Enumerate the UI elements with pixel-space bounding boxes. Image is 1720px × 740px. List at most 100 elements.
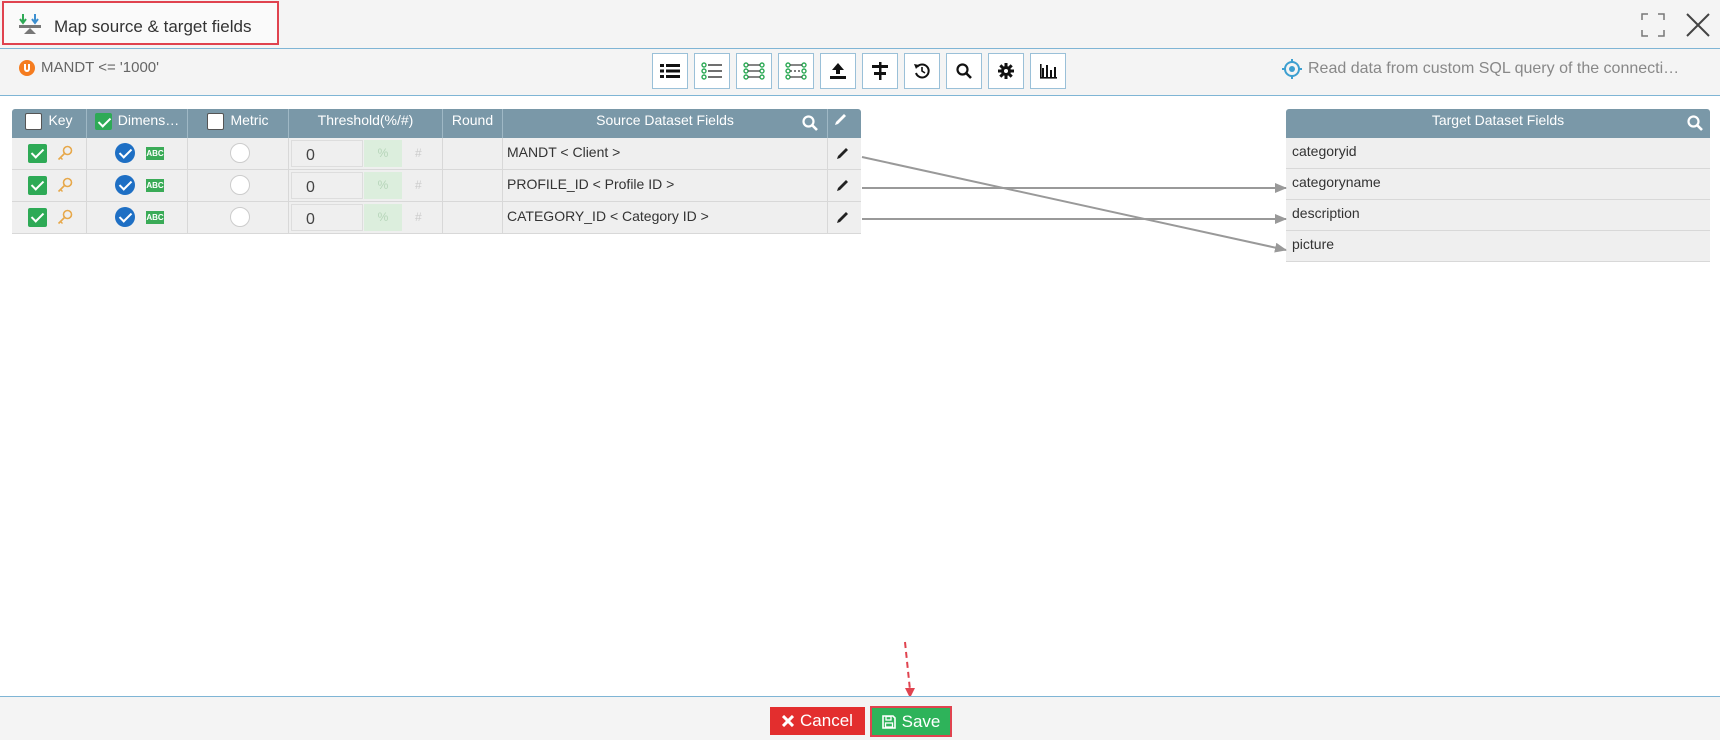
- list-check-icon: [701, 62, 722, 80]
- title-bar: Map source & target fields: [0, 0, 1720, 49]
- threshold-cell: 0 % #: [289, 170, 443, 201]
- search-button[interactable]: [946, 53, 982, 89]
- dimension-cell: ABC: [87, 170, 188, 201]
- key-checkbox[interactable]: [28, 176, 47, 195]
- target-table-header: Target Dataset Fields: [1286, 109, 1710, 138]
- link-some-icon: [785, 62, 807, 80]
- source-fields-column-header: Source Dataset Fields: [503, 109, 828, 138]
- round-cell[interactable]: [443, 202, 503, 233]
- target-row[interactable]: categoryname: [1286, 169, 1710, 200]
- save-button[interactable]: Save: [870, 706, 952, 737]
- target-row[interactable]: categoryid: [1286, 138, 1710, 169]
- source-table-header: Key Dimens… Metric Threshold(%/#) Round …: [12, 109, 861, 138]
- list-view-button[interactable]: [652, 53, 688, 89]
- key-column-header: Key: [12, 109, 87, 138]
- text-type-icon: ABC: [146, 211, 164, 224]
- threshold-column-header: Threshold(%/#): [289, 109, 443, 138]
- key-checkbox[interactable]: [28, 208, 47, 227]
- threshold-input[interactable]: 0: [291, 172, 363, 199]
- metric-radio[interactable]: [230, 175, 250, 195]
- dimension-cell: ABC: [87, 202, 188, 233]
- metric-cell: [188, 170, 289, 201]
- mapping-line[interactable]: [861, 156, 1287, 253]
- number-toggle[interactable]: #: [415, 210, 422, 224]
- search-icon[interactable]: [1686, 114, 1704, 132]
- target-row[interactable]: picture: [1286, 231, 1710, 262]
- number-toggle[interactable]: #: [415, 146, 422, 160]
- target-row[interactable]: description: [1286, 200, 1710, 231]
- pencil-icon[interactable]: [836, 178, 850, 192]
- source-table-body: ABC 0 % # MANDT < Client > ABC 0 % # PRO…: [12, 138, 861, 234]
- link-all-icon: [743, 62, 765, 80]
- source-field-name: MANDT < Client >: [507, 144, 621, 160]
- key-cell: [12, 170, 87, 201]
- key-icon: [57, 145, 73, 161]
- split-icon: [872, 62, 888, 80]
- toolbar: MANDT <= '1000' Read data from custom SQ…: [0, 49, 1720, 96]
- tool-button-group: [652, 53, 1066, 89]
- reset-button[interactable]: [904, 53, 940, 89]
- number-toggle[interactable]: #: [415, 178, 422, 192]
- threshold-input[interactable]: 0: [291, 204, 363, 231]
- upload-button[interactable]: [820, 53, 856, 89]
- upload-icon: [830, 63, 846, 79]
- dimension-select-all-checkbox[interactable]: [94, 112, 112, 130]
- map-selected-button[interactable]: [778, 53, 814, 89]
- edit-cell: [828, 170, 861, 201]
- list-icon: [660, 64, 680, 78]
- checklist-button[interactable]: [694, 53, 730, 89]
- gear-icon: [998, 63, 1014, 79]
- dimension-radio[interactable]: [115, 175, 135, 195]
- dimension-radio[interactable]: [115, 207, 135, 227]
- key-select-all-checkbox[interactable]: [25, 112, 43, 130]
- round-cell[interactable]: [443, 138, 503, 169]
- source-field-cell: CATEGORY_ID < Category ID >: [503, 202, 828, 233]
- pencil-icon[interactable]: [836, 210, 850, 224]
- key-icon: [57, 209, 73, 225]
- floppy-disk-icon: [881, 714, 896, 729]
- source-row: ABC 0 % # MANDT < Client >: [12, 138, 861, 170]
- threshold-input[interactable]: 0: [291, 140, 363, 167]
- dialog-title: Map source & target fields: [54, 17, 252, 36]
- percent-toggle[interactable]: %: [364, 172, 402, 199]
- close-icon[interactable]: [1685, 12, 1711, 38]
- edit-cell: [828, 202, 861, 233]
- source-field-cell: PROFILE_ID < Profile ID >: [503, 170, 828, 201]
- percent-toggle[interactable]: %: [364, 140, 402, 167]
- chart-button[interactable]: [1030, 53, 1066, 89]
- maximize-icon[interactable]: [1640, 12, 1666, 38]
- metric-select-all-checkbox[interactable]: [207, 112, 225, 130]
- edit-column-header: [828, 109, 861, 138]
- filter-text: MANDT <= '1000': [41, 59, 160, 76]
- percent-toggle[interactable]: %: [364, 204, 402, 231]
- info-text: Read data from custom SQL query of the c…: [1308, 60, 1680, 77]
- dimension-radio[interactable]: [115, 143, 135, 163]
- pencil-icon[interactable]: [836, 146, 850, 160]
- source-row: ABC 0 % # PROFILE_ID < Profile ID >: [12, 170, 861, 202]
- cancel-button[interactable]: Cancel: [770, 707, 865, 735]
- times-icon: [782, 715, 795, 727]
- metric-cell: [188, 202, 289, 233]
- bar-chart-icon: [1040, 64, 1057, 79]
- source-field-name: CATEGORY_ID < Category ID >: [507, 208, 709, 224]
- search-icon[interactable]: [801, 114, 819, 132]
- filter-condition[interactable]: MANDT <= '1000': [19, 59, 159, 76]
- key-icon: [57, 177, 73, 193]
- round-cell[interactable]: [443, 170, 503, 201]
- key-cell: [12, 202, 87, 233]
- target-fields-table: Target Dataset Fields categoryid category…: [1286, 109, 1710, 262]
- pencil-icon[interactable]: [834, 112, 848, 126]
- metric-radio[interactable]: [230, 207, 250, 227]
- split-button[interactable]: [862, 53, 898, 89]
- map-all-button[interactable]: [736, 53, 772, 89]
- dimension-cell: ABC: [87, 138, 188, 169]
- settings-button[interactable]: [988, 53, 1024, 89]
- source-row: ABC 0 % # CATEGORY_ID < Category ID >: [12, 202, 861, 234]
- search-icon: [956, 63, 972, 79]
- edit-cell: [828, 138, 861, 169]
- data-source-info: Read data from custom SQL query of the c…: [1282, 59, 1702, 79]
- metric-radio[interactable]: [230, 143, 250, 163]
- key-cell: [12, 138, 87, 169]
- key-checkbox[interactable]: [28, 144, 47, 163]
- threshold-cell: 0 % #: [289, 202, 443, 233]
